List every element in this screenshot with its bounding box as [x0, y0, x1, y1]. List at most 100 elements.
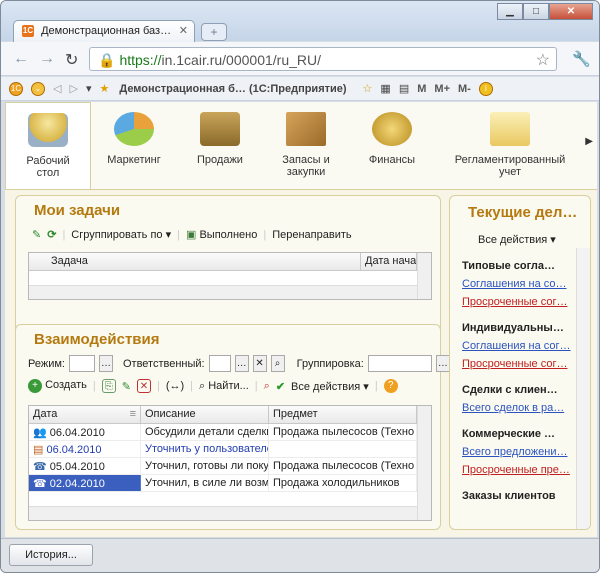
close-window-button[interactable]: ✕ [549, 3, 593, 20]
grouping-select-button[interactable]: … [435, 355, 450, 372]
responsible-field[interactable] [208, 355, 231, 372]
folder-icon [490, 112, 530, 146]
mode-select-button[interactable]: … [98, 355, 113, 372]
refresh-icon[interactable]: ⟳ [47, 228, 56, 241]
interactions-hscroll[interactable] [29, 506, 417, 520]
star-add-icon[interactable]: ☆ [363, 82, 373, 95]
desk-lamp-icon [28, 113, 68, 147]
mode-field[interactable] [68, 355, 95, 372]
table-row-selected[interactable]: ☎ 02.04.2010 Уточнил, в силе ли возмо Пр… [29, 475, 431, 492]
info-icon[interactable]: i [478, 81, 493, 96]
row-description: Обсудили детали сделки [141, 424, 269, 440]
forward-button[interactable]: Перенаправить [272, 229, 351, 241]
m-minus-button[interactable]: M- [458, 83, 471, 95]
help-icon[interactable]: ? [383, 379, 398, 393]
filter-icon[interactable]: ≡ [130, 408, 136, 420]
calendar-icon[interactable]: ▤ [399, 82, 409, 95]
m-button[interactable]: M [417, 83, 426, 95]
link-overdue-2[interactable]: Просроченные сог… [462, 358, 574, 370]
column-subject[interactable]: Предмет [269, 406, 417, 423]
print-icon[interactable]: ▦ [380, 82, 390, 95]
column-date-label: Дата [33, 408, 58, 420]
copy-icon[interactable]: ⎘ [101, 379, 116, 393]
tasks-table[interactable]: Задача Дата начал [28, 252, 432, 300]
delete-icon[interactable]: ✕ [136, 379, 151, 393]
close-tab-icon[interactable]: ✕ [179, 24, 188, 37]
responsible-label: Ответственный: [122, 357, 205, 370]
reload-icon[interactable]: ↻ [65, 50, 78, 70]
section-regulated-accounting[interactable]: Регламентированный учет [435, 102, 585, 189]
section-label: Регламентированный [454, 154, 566, 166]
all-actions-button[interactable]: Все действия ▾ [291, 380, 369, 393]
phone-call-icon: ☎ [33, 461, 47, 473]
search-icon[interactable]: ⌕ [270, 355, 285, 372]
coins-icon [372, 112, 412, 146]
1c-logo-icon[interactable]: 1С [9, 81, 23, 96]
find-label: Найти... [208, 379, 249, 392]
maximize-button[interactable]: □ [523, 3, 549, 20]
history-button[interactable]: История... [9, 544, 93, 566]
current-all-actions-button[interactable]: Все действия ▾ [478, 233, 590, 246]
column-date[interactable]: Дата ≡ [29, 406, 141, 423]
m-plus-button[interactable]: M+ [434, 83, 450, 95]
current-vscroll[interactable] [576, 248, 590, 529]
done-button[interactable]: ▣ Выполнено [186, 228, 257, 241]
link-icon[interactable]: (↔) [166, 380, 184, 392]
scroll-right-icon[interactable]: ▶ [585, 136, 593, 147]
pencil-icon[interactable]: ✎ [32, 228, 41, 241]
column-description[interactable]: Описание [141, 406, 269, 423]
new-tab-button[interactable]: + [201, 23, 227, 41]
current-tasks-title: Текущие дел… [468, 204, 578, 221]
grouping-field[interactable] [367, 355, 432, 372]
table-row[interactable]: 👥 06.04.2010 Обсудили детали сделки Прод… [29, 424, 431, 441]
forward-arrow-icon[interactable]: → [39, 50, 55, 68]
menu-circle-icon[interactable]: ⌄ [31, 81, 45, 96]
browser-tab[interactable]: 1С Демонстрационная баз… ✕ [13, 20, 195, 42]
interactions-table[interactable]: Дата ≡ Описание Предмет 👥 06.04.2010 Обсу… [28, 405, 432, 521]
minimize-button[interactable]: ▁ [497, 3, 523, 20]
section-sales[interactable]: Продажи [177, 102, 263, 189]
cancel-search-icon[interactable]: ⌕ [264, 380, 270, 393]
navigation-bar: ← → ↻ 🔒 https://in.1cair.ru/000001/ru_RU/… [1, 42, 599, 76]
group-by-button[interactable]: Сгруппировать по ▾ [71, 228, 171, 241]
link-offers[interactable]: Всего предложени… [462, 446, 574, 458]
link-overdue[interactable]: Просроченные сог… [462, 296, 574, 308]
link-deals[interactable]: Всего сделок в ра… [462, 402, 574, 414]
table-row[interactable]: ☎ 05.04.2010 Уточнил, готовы ли покуп Пр… [29, 458, 431, 475]
back-triangle-icon[interactable]: ◁ [53, 82, 61, 95]
checkmark-icon[interactable]: ✔ [276, 380, 285, 393]
clear-icon[interactable]: ✕ [252, 355, 267, 372]
interactions-vscroll[interactable] [417, 406, 431, 520]
edit-icon[interactable]: ✎ [122, 380, 131, 393]
section-desktop[interactable]: Рабочий стол [5, 102, 91, 189]
section-marketing[interactable]: Маркетинг [91, 102, 177, 189]
column-task[interactable]: Задача [29, 253, 361, 270]
wrench-icon[interactable]: 🔧 [572, 50, 591, 68]
back-arrow-icon[interactable]: ← [13, 50, 29, 68]
link-agreements[interactable]: Соглашения на со… [462, 278, 574, 290]
link-agreements-2[interactable]: Соглашения на сог… [462, 340, 574, 352]
responsible-select-button[interactable]: … [234, 355, 249, 372]
forward-triangle-icon[interactable]: ▷ [69, 82, 77, 95]
section-inventory[interactable]: Запасы и закупки [263, 102, 349, 189]
section-finance[interactable]: Финансы [349, 102, 435, 189]
address-bar[interactable]: 🔒 https://in.1cair.ru/000001/ru_RU/ ☆ [89, 47, 557, 71]
group-customer-orders: Заказы клиентов [462, 490, 556, 502]
bookmark-star-icon[interactable]: ☆ [536, 50, 550, 70]
tasks-hscroll[interactable] [29, 285, 417, 299]
row-date: 05.04.2010 [49, 461, 105, 473]
dropdown-arrow-icon[interactable]: ▾ [86, 82, 92, 95]
table-row[interactable]: ▤ 06.04.2010 Уточнить у пользователе [29, 441, 431, 458]
column-start-date[interactable]: Дата начал [361, 253, 417, 270]
mode-label: Режим: [28, 357, 65, 370]
title-bar: 1С Демонстрационная баз… ✕ + ▁ □ ✕ [1, 1, 599, 42]
tasks-title: Мои задачи [34, 202, 121, 219]
section-label-2: стол [36, 167, 60, 179]
link-overdue-offers[interactable]: Просроченные пре… [462, 464, 574, 476]
phone-call-icon: ☎ [33, 478, 47, 490]
create-button[interactable]: + Создать [28, 379, 87, 393]
row-subject: Продажа пылесосов (Техно [269, 424, 417, 440]
favorite-star-icon[interactable]: ★ [99, 82, 109, 95]
tasks-vscroll[interactable] [417, 253, 431, 299]
find-button[interactable]: ⌕ Найти... [199, 380, 249, 393]
